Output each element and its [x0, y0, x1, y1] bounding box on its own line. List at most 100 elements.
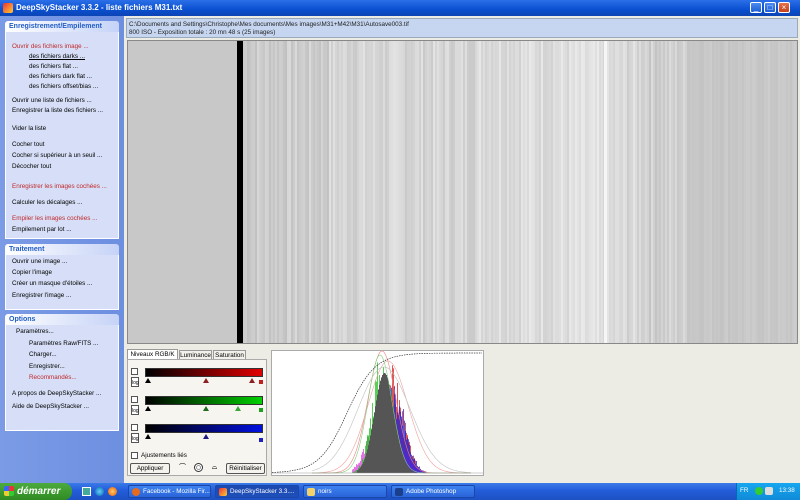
- start-label: démarrer: [17, 486, 61, 497]
- color-wheel-icon[interactable]: [194, 463, 203, 472]
- open-dark-flats-link[interactable]: des fichiers dark flat ...: [29, 73, 92, 80]
- image-stripe: [665, 41, 667, 343]
- image-stripe: [253, 41, 255, 343]
- open-offsets-link[interactable]: des fichiers offset/bias ...: [29, 83, 98, 90]
- red-black-point-handle[interactable]: [145, 378, 151, 383]
- maximize-button[interactable]: □: [764, 2, 776, 13]
- green-midtone-handle[interactable]: [203, 406, 209, 411]
- red-gradient-bar: [145, 368, 263, 377]
- settings-link[interactable]: Paramètres...: [16, 328, 54, 335]
- apply-button[interactable]: Appliquer: [130, 463, 170, 474]
- taskbar-item-photoshop[interactable]: Adobe Photoshop: [391, 485, 475, 498]
- firefox-quicklaunch-icon[interactable]: [108, 487, 117, 496]
- histogram-log-icon[interactable]: ⌓: [210, 464, 219, 472]
- taskbar-item-deepskystacker[interactable]: DeepSkyStacker 3.3....: [215, 485, 299, 498]
- green-black-point-handle[interactable]: [145, 406, 151, 411]
- help-link[interactable]: Aide de DeepSkyStacker ...: [12, 403, 89, 410]
- histogram-luminance-bar: [384, 373, 385, 473]
- network-icon[interactable]: [755, 487, 763, 495]
- open-darks-link[interactable]: des fichiers darks ...: [29, 53, 85, 60]
- save-settings-link[interactable]: Enregistrer...: [29, 363, 65, 370]
- uncheck-all-link[interactable]: Décocher tout: [12, 163, 51, 170]
- image-stripe: [411, 41, 413, 343]
- image-stripe: [635, 41, 637, 343]
- clear-list-link[interactable]: Vider la liste: [12, 125, 46, 132]
- volume-icon[interactable]: [765, 487, 773, 495]
- load-settings-link[interactable]: Charger...: [29, 351, 57, 358]
- image-stripe: [341, 41, 343, 343]
- image-stripe: [447, 41, 449, 343]
- blue-log-checkbox[interactable]: [131, 424, 138, 431]
- blue-midtone-handle[interactable]: [203, 434, 209, 439]
- red-log-checkbox[interactable]: [131, 368, 138, 375]
- image-stripe: [237, 41, 243, 343]
- check-above-threshold-link[interactable]: Cocher si supérieur à un seuil ...: [12, 152, 102, 159]
- image-stripe: [277, 41, 279, 343]
- recommended-settings-link[interactable]: Recommandés...: [29, 374, 77, 381]
- image-stripe: [704, 41, 706, 343]
- start-button[interactable]: démarrer: [0, 483, 72, 500]
- taskbar-item-folder[interactable]: noirs: [303, 485, 387, 498]
- open-image-link[interactable]: Ouvrir une image ...: [12, 258, 67, 265]
- image-stripe: [696, 41, 698, 343]
- minimize-button[interactable]: _: [750, 2, 762, 13]
- green-log-checkbox[interactable]: [131, 396, 138, 403]
- image-stripe: [287, 41, 289, 343]
- create-star-mask-link[interactable]: Créer un masque d'étoiles ...: [12, 280, 92, 287]
- red-log-button[interactable]: log: [131, 377, 139, 387]
- red-white-point-handle[interactable]: [249, 378, 255, 383]
- stack-checked-link[interactable]: Empiler les images cochées ...: [12, 215, 97, 222]
- image-stripe: [255, 41, 257, 343]
- close-button[interactable]: ×: [778, 2, 790, 13]
- image-stripe: [315, 41, 317, 343]
- histogram-luminance-bar: [376, 400, 377, 473]
- red-midtone-handle[interactable]: [203, 378, 209, 383]
- open-images-link[interactable]: Ouvrir des fichiers image ...: [12, 43, 89, 50]
- histogram-luminance-bar: [391, 394, 392, 473]
- image-stripe: [690, 41, 692, 343]
- taskbar-item-firefox[interactable]: Facebook - Mozilla Fir...: [128, 485, 211, 498]
- system-tray: FR 13:38: [736, 483, 800, 500]
- image-stripe: [257, 41, 259, 343]
- image-stripe: [681, 41, 683, 343]
- image-stripe: [293, 41, 295, 343]
- blue-black-point-handle[interactable]: [145, 434, 151, 439]
- linked-adjustments-checkbox[interactable]: [131, 452, 138, 459]
- show-desktop-icon[interactable]: [82, 487, 91, 496]
- open-file-list-link[interactable]: Ouvrir une liste de fichiers ...: [12, 97, 92, 104]
- image-stripe: [461, 41, 463, 343]
- blue-log-button[interactable]: log: [131, 433, 139, 443]
- batch-stacking-link[interactable]: Empilement par lot ...: [12, 226, 72, 233]
- check-all-link[interactable]: Cocher tout: [12, 141, 45, 148]
- exposure-info: 800 ISO - Exposition totale : 20 mn 48 s…: [129, 29, 276, 36]
- compute-offsets-link[interactable]: Calculer les décalages ...: [12, 199, 82, 206]
- green-white-point-handle[interactable]: [235, 406, 241, 411]
- histogram-linear-icon[interactable]: ⌒: [178, 464, 187, 472]
- histogram-luminance-bar: [412, 471, 413, 473]
- image-stripe: [439, 41, 441, 343]
- save-image-link[interactable]: Enregistrer l'image ...: [12, 292, 71, 299]
- image-stripe: [463, 41, 465, 343]
- green-log-button[interactable]: log: [131, 405, 139, 415]
- image-stripe: [509, 41, 511, 343]
- copy-image-link[interactable]: Copier l'image: [12, 269, 52, 276]
- histogram-luminance-bar: [367, 449, 368, 473]
- image-stripe: [583, 41, 585, 343]
- image-stripe: [465, 41, 467, 343]
- raw-fits-settings-link[interactable]: Paramètres Raw/FITS ...: [29, 340, 98, 347]
- about-link[interactable]: A propos de DeepSkyStacker ...: [12, 390, 101, 397]
- image-stripe: [307, 41, 309, 343]
- image-stripe: [413, 41, 415, 343]
- internet-explorer-icon[interactable]: [95, 487, 104, 496]
- register-checked-link[interactable]: Enregistrer les images cochées ...: [12, 183, 107, 190]
- image-stripe: [641, 41, 643, 343]
- reset-button[interactable]: Réinitialiser: [226, 463, 265, 474]
- image-stripe: [521, 41, 523, 343]
- image-viewer[interactable]: [127, 40, 798, 344]
- image-stripe: [385, 41, 387, 343]
- language-indicator[interactable]: FR: [740, 487, 748, 494]
- open-flats-link[interactable]: des fichiers flat ...: [29, 63, 78, 70]
- image-stripe: [529, 41, 531, 343]
- histogram-bar: [356, 469, 357, 473]
- save-file-list-link[interactable]: Enregistrer la liste des fichiers ...: [12, 107, 103, 114]
